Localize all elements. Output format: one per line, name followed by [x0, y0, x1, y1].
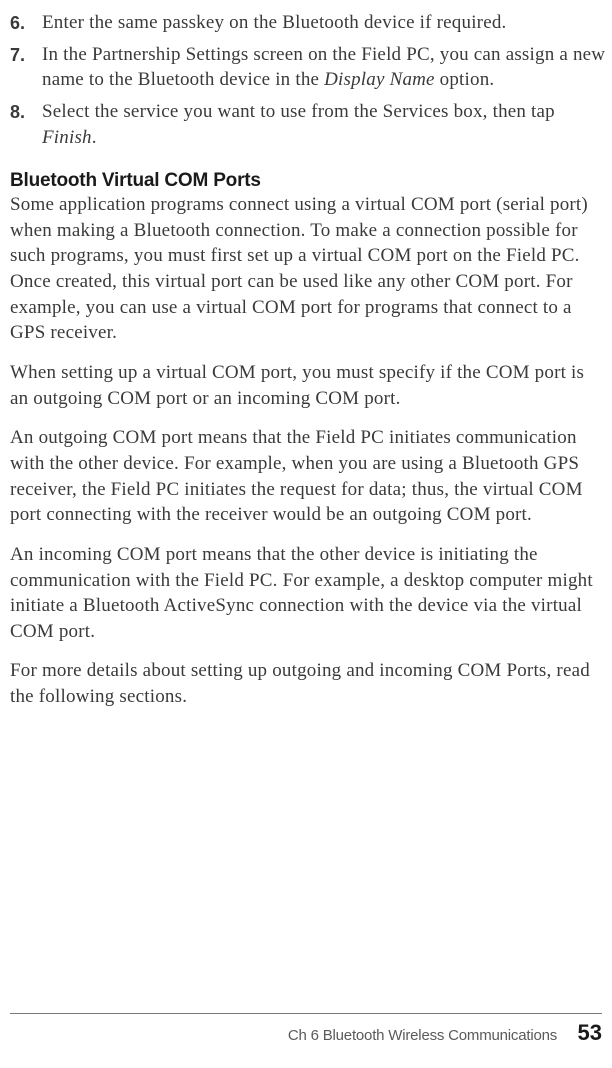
- body-paragraph: An incoming COM port means that the othe…: [10, 542, 606, 645]
- section-heading: Bluetooth Virtual COM Ports: [10, 170, 606, 192]
- footer-chapter-label: Ch 6 Bluetooth Wireless Communications: [288, 1027, 557, 1044]
- list-text-segment: .: [92, 127, 97, 148]
- body-paragraph: When setting up a virtual COM port, you …: [10, 360, 606, 411]
- body-paragraph: For more details about setting up outgoi…: [10, 658, 606, 709]
- list-text: Select the service you want to use from …: [42, 99, 606, 150]
- body-paragraph: Some application programs connect using …: [10, 192, 606, 346]
- body-paragraph: An outgoing COM port means that the Fiel…: [10, 425, 606, 528]
- list-text-segment: Select the service you want to use from …: [42, 101, 555, 122]
- list-item: 6. Enter the same passkey on the Bluetoo…: [10, 10, 606, 36]
- list-number: 7.: [10, 42, 42, 93]
- list-number: 6.: [10, 10, 42, 36]
- page-content: 6. Enter the same passkey on the Bluetoo…: [10, 10, 608, 710]
- page-footer: Ch 6 Bluetooth Wireless Communications 5…: [10, 1013, 602, 1046]
- list-text-italic: Finish: [42, 127, 92, 148]
- list-item: 7. In the Partnership Settings screen on…: [10, 42, 606, 93]
- list-text-italic: Display Name: [324, 69, 435, 90]
- list-text-segment: option.: [435, 69, 495, 90]
- list-item: 8. Select the service you want to use fr…: [10, 99, 606, 150]
- list-number: 8.: [10, 99, 42, 150]
- footer-page-number: 53: [578, 1020, 602, 1045]
- list-text: Enter the same passkey on the Bluetooth …: [42, 10, 606, 36]
- list-text-segment: Enter the same passkey on the Bluetooth …: [42, 12, 507, 33]
- list-text: In the Partnership Settings screen on th…: [42, 42, 606, 93]
